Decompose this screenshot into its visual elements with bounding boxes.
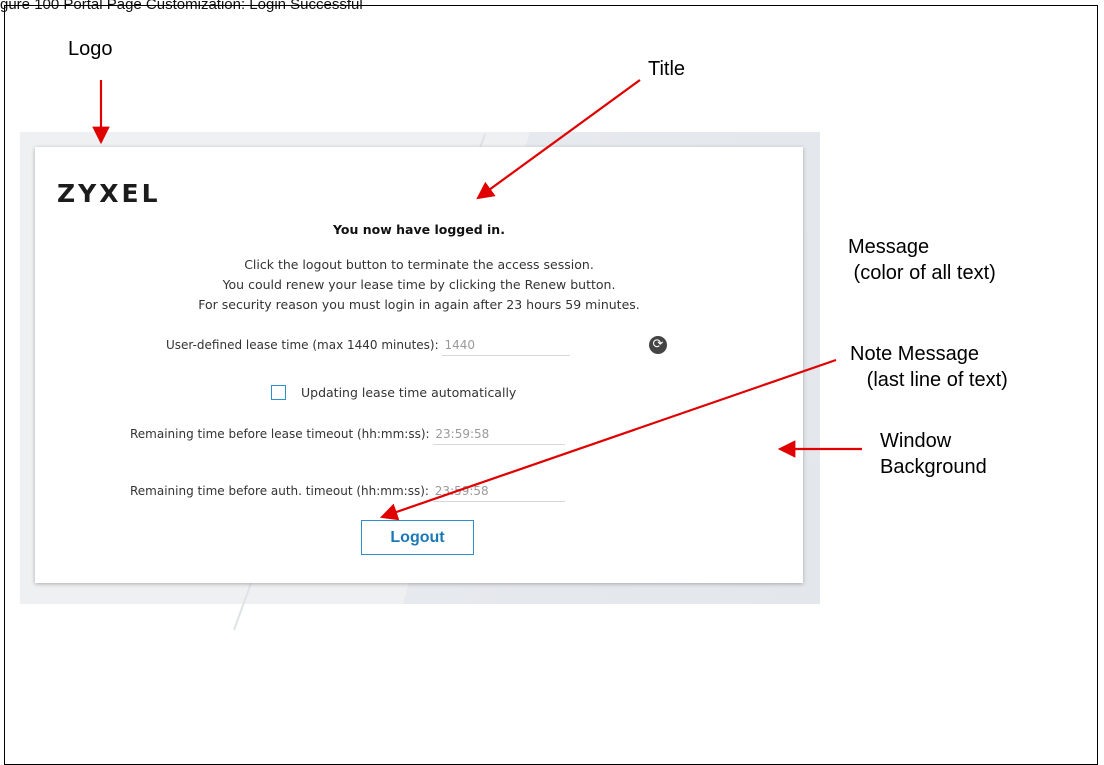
- note-message-arrow: [379, 358, 837, 521]
- annotation-arrows: [92, 79, 862, 521]
- title-arrow: [476, 79, 641, 200]
